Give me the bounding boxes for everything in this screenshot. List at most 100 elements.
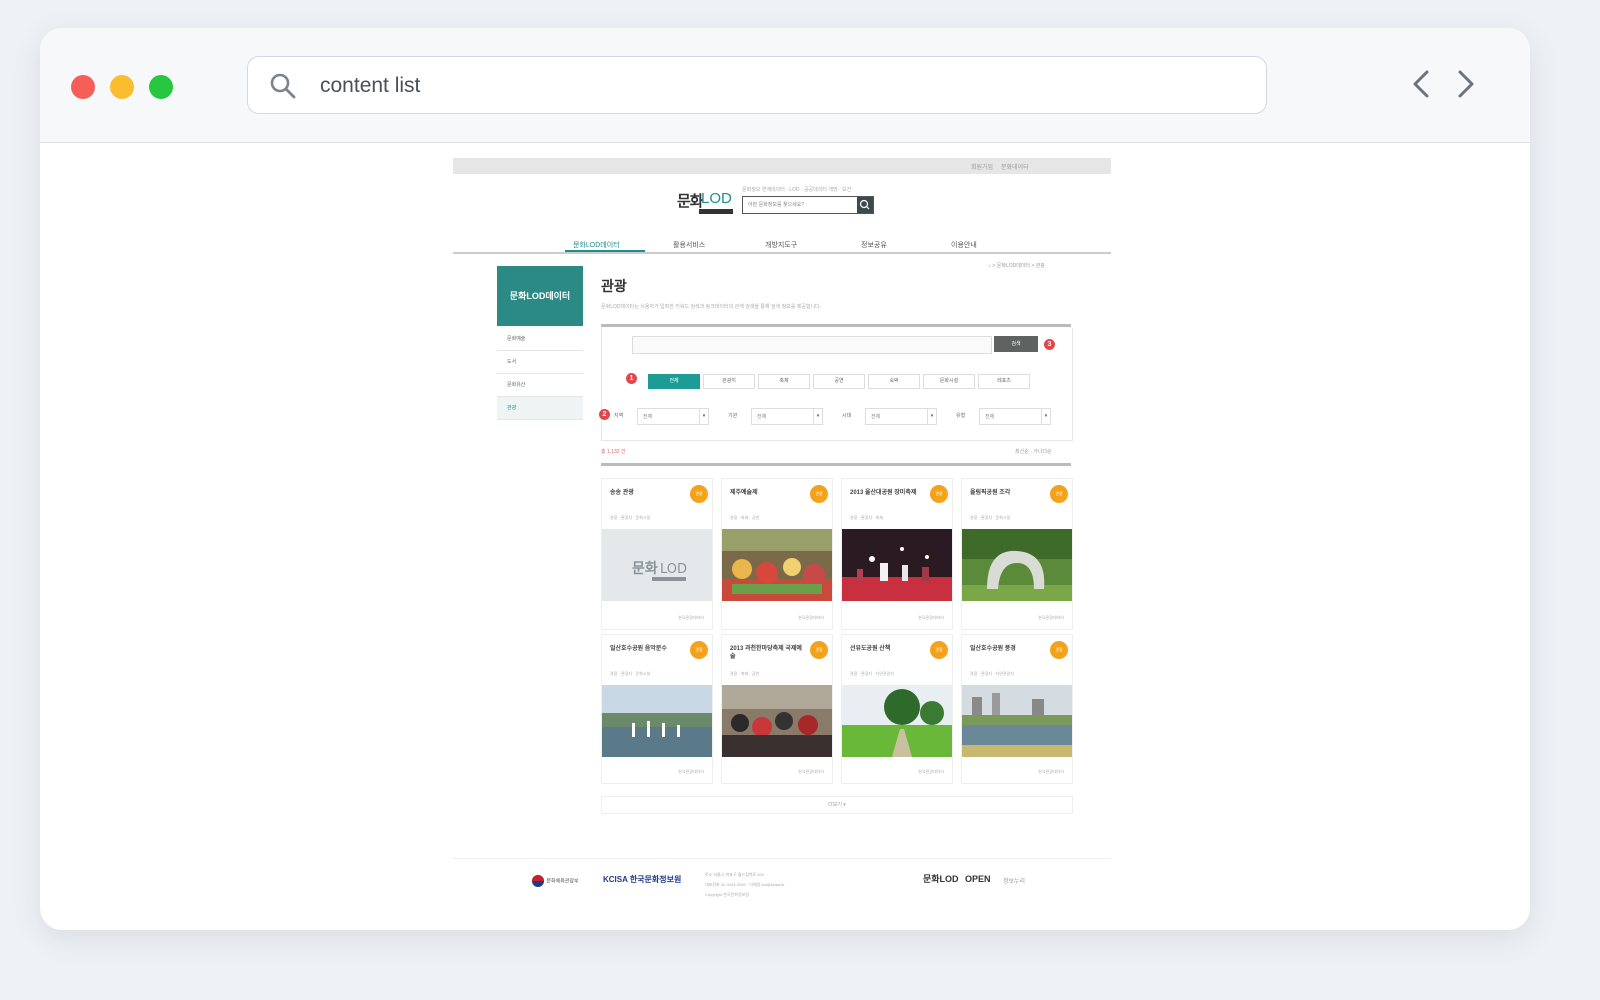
- sidebar-item-books[interactable]: 도서: [497, 351, 583, 374]
- tourism-badge-icon: 관광: [690, 641, 708, 659]
- util-link-data[interactable]: 문화데이터: [1001, 162, 1029, 171]
- crowd-festival-photo: [722, 685, 832, 757]
- header-search[interactable]: 어떤 문화정보를 찾으세요?: [742, 196, 874, 214]
- minimize-window-button[interactable]: [110, 75, 134, 99]
- gnb-item-lod-data[interactable]: 문화LOD데이터: [573, 240, 620, 250]
- logo-text-lod: LOD: [701, 190, 732, 207]
- svg-text:문화: 문화: [632, 561, 658, 577]
- gnb-item-share[interactable]: 정보공유: [861, 240, 887, 250]
- gnb-item-services[interactable]: 활용서비스: [673, 240, 705, 250]
- close-window-button[interactable]: [71, 75, 95, 99]
- sidebar-item-arts[interactable]: 문화예술: [497, 328, 583, 351]
- select-label-type: 유형: [956, 413, 966, 419]
- content-card[interactable]: 2013 울산대공원 장미축제 관광 관광 · 관광지 · 축제 한국관광데이터: [841, 478, 953, 630]
- keyword-search-button[interactable]: 검색: [994, 336, 1038, 352]
- content-card[interactable]: 송송 관광 관광 관광 · 관광지 · 문화시설 문화 LOD 한국관광데이터: [601, 478, 713, 630]
- site-logo[interactable]: 문화 LOD: [677, 190, 733, 216]
- footer-logo-lod: 문화LOD: [923, 874, 959, 884]
- header-search-button[interactable]: [857, 197, 873, 213]
- address-bar[interactable]: [247, 56, 1267, 114]
- select-label-era: 시대: [842, 413, 852, 419]
- footer-contact: 대표전화 02-3153-2000 · 이메일 lod@kcisa.kr: [705, 882, 785, 887]
- tab-all[interactable]: 전체: [648, 374, 700, 389]
- select-value: 전체: [643, 414, 653, 420]
- content-card[interactable]: 선유도공원 산책 관광 관광 · 관광지 · 자연관광지 한국관광데이터: [841, 634, 953, 784]
- breadcrumb: ⌂ > 문화LOD데이터 > 관광: [988, 263, 1045, 269]
- address-input[interactable]: [318, 67, 1222, 105]
- tab-performance[interactable]: 공연: [813, 374, 865, 389]
- footer-logo-nuri: 정보누리: [1003, 879, 1026, 885]
- tab-festival[interactable]: 축제: [758, 374, 810, 389]
- festival-stage-photo: [842, 529, 952, 601]
- content-card[interactable]: 제주예술제 관광 관광 · 축제 · 공연 한국관광데이터: [721, 478, 833, 630]
- header-search-placeholder: 어떤 문화정보를 찾으세요?: [748, 202, 805, 208]
- card-title: 2013 울산대공원 장미축제: [850, 490, 917, 496]
- card-source: 한국관광데이터: [1038, 615, 1064, 620]
- keyword-input[interactable]: [632, 336, 992, 354]
- chevron-down-icon: ▾: [927, 409, 936, 424]
- taegeuk-icon: [532, 875, 544, 887]
- filter-panel: 검색 3 1 전체 관광지 축제 공연 숙박 문화시설 레포츠 2 지역 전체 ▾…: [599, 328, 1073, 441]
- step-badge: 3: [1044, 339, 1055, 350]
- select-org[interactable]: 전체 ▾: [751, 408, 823, 425]
- sidebar-item-tourism[interactable]: 관광: [497, 397, 583, 420]
- select-label-region: 지역: [614, 413, 624, 419]
- footer-logo-ministry: 문화체육관광부: [531, 874, 579, 888]
- lake-city-photo: [962, 685, 1072, 757]
- card-category: 관광 · 관광지 · 문화시설: [970, 515, 1011, 520]
- content-card[interactable]: 일산호수공원 풍경 관광 관광 · 관광지 · 자연관광지 한국관광데이터: [961, 634, 1073, 784]
- sort-options[interactable]: 최신순 · 가나다순: [1015, 448, 1052, 455]
- select-value: 전체: [757, 414, 767, 420]
- search-icon: [859, 199, 870, 210]
- festival-dancers-photo: [722, 529, 832, 601]
- lake-fountain-photo: [602, 685, 712, 757]
- footer-logo-ministry-text: 문화체육관광부: [546, 878, 579, 885]
- tab-attractions[interactable]: 관광지: [703, 374, 755, 389]
- gnb-item-tools[interactable]: 개방지도구: [765, 240, 797, 250]
- card-title: 선유도공원 산책: [850, 646, 891, 652]
- footer-logo-kcisa-text: KCISA 한국문화정보원: [603, 875, 682, 884]
- content-card[interactable]: 일산호수공원 음악분수 관광 관광 · 관광지 · 문화시설 한국관광데이터: [601, 634, 713, 784]
- select-value: 전체: [985, 414, 995, 420]
- card-source: 한국관광데이터: [798, 615, 824, 620]
- tourism-badge-icon: 관광: [1050, 641, 1068, 659]
- card-title: 제주예술제: [730, 490, 758, 496]
- content-card[interactable]: 2013 과천한마당축제 국제예술 관광 관광 · 축제 · 공연 한국관광데이…: [721, 634, 833, 784]
- chevron-down-icon: ▾: [699, 409, 708, 424]
- utility-bar: 회원가입 문화데이터: [453, 158, 1111, 174]
- tourism-badge-icon: 관광: [930, 641, 948, 659]
- filter-top-rule: [601, 324, 1071, 327]
- select-era[interactable]: 전체 ▾: [865, 408, 937, 425]
- maximize-window-button[interactable]: [149, 75, 173, 99]
- util-link-join[interactable]: 회원가입: [971, 162, 993, 171]
- select-label-org: 기관: [728, 413, 738, 419]
- tourism-badge-icon: 관광: [810, 641, 828, 659]
- card-source: 한국관광데이터: [918, 615, 944, 620]
- content-card[interactable]: 올림픽공원 조각 관광 관광 · 관광지 · 문화시설 한국관광데이터: [961, 478, 1073, 630]
- select-region[interactable]: 전체 ▾: [637, 408, 709, 425]
- card-category: 관광 · 관광지 · 문화시설: [610, 515, 651, 520]
- card-title: 일산호수공원 음악분수: [610, 646, 667, 652]
- card-title: 올림픽공원 조각: [970, 490, 1011, 496]
- gnb-item-guide[interactable]: 이용안내: [951, 240, 977, 250]
- step-badge: 1: [626, 373, 637, 384]
- chevron-right-icon[interactable]: [1450, 66, 1480, 102]
- tab-culture-facility[interactable]: 문화시설: [923, 374, 975, 389]
- tourism-badge-icon: 관광: [1050, 485, 1068, 503]
- tab-leisure[interactable]: 레포츠: [978, 374, 1030, 389]
- logo-bar: [699, 209, 733, 214]
- tab-lodging[interactable]: 숙박: [868, 374, 920, 389]
- select-type[interactable]: 전체 ▾: [979, 408, 1051, 425]
- card-source: 한국관광데이터: [918, 769, 944, 774]
- chevron-left-icon[interactable]: [1407, 66, 1437, 102]
- global-nav: 문화LOD데이터 활용서비스 개방지도구 정보공유 이용안내: [453, 238, 1111, 254]
- load-more-button[interactable]: 더보기 ▾: [601, 796, 1073, 814]
- card-source: 한국관광데이터: [678, 769, 704, 774]
- placeholder-logo-image: 문화 LOD: [602, 529, 712, 601]
- footer-address: 주소 서울시 마포구 월드컵북로 400: [705, 872, 764, 877]
- chevron-down-icon: ▾: [1041, 409, 1050, 424]
- tourism-badge-icon: 관광: [690, 485, 708, 503]
- sidebar-item-heritage[interactable]: 문화유산: [497, 374, 583, 397]
- green-park-path-photo: [842, 685, 952, 757]
- card-category: 관광 · 관광지 · 자연관광지: [970, 671, 1014, 676]
